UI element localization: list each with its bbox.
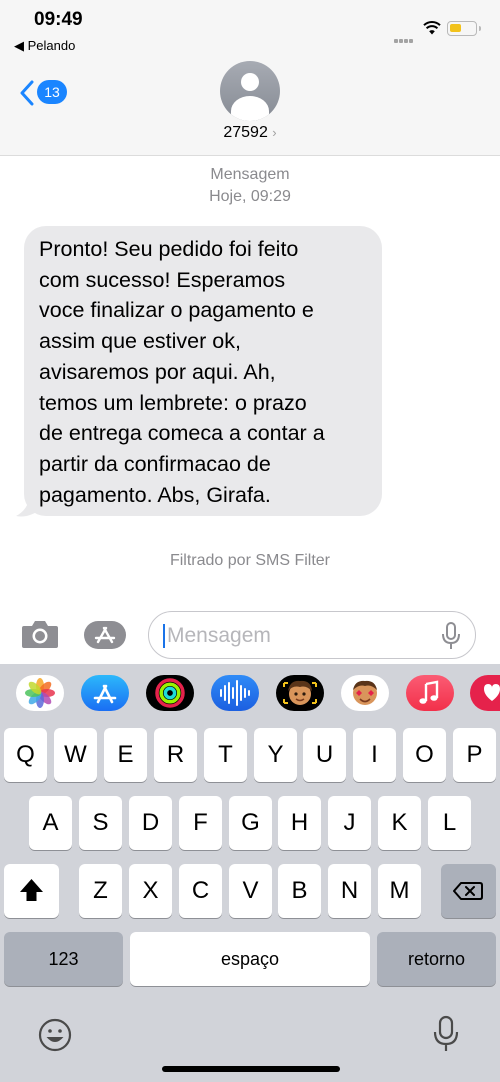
emoji-icon[interactable]	[36, 1016, 74, 1054]
message-line: avisaremos por aqui. Ah,	[39, 359, 276, 384]
chevron-right-icon: ›	[272, 125, 277, 140]
key-d[interactable]: D	[129, 796, 172, 850]
message-input[interactable]: Mensagem	[148, 611, 476, 659]
message-input-placeholder: Mensagem	[167, 624, 271, 647]
delete-key[interactable]	[441, 864, 496, 918]
key-e[interactable]: E	[104, 728, 147, 782]
message-timestamp: Hoje, 09:29	[209, 188, 291, 205]
app-store-icon[interactable]	[84, 621, 126, 649]
unread-count-badge[interactable]: 13	[37, 80, 67, 104]
key-v[interactable]: V	[229, 864, 272, 918]
audio-message-app-icon[interactable]	[211, 675, 259, 711]
key-a[interactable]: A	[29, 796, 72, 850]
dictation-icon[interactable]	[432, 1014, 460, 1054]
space-key[interactable]: espaço	[130, 932, 370, 986]
key-s[interactable]: S	[79, 796, 122, 850]
key-q[interactable]: Q	[4, 728, 47, 782]
message-line: pagamento. Abs, Girafa.	[39, 482, 271, 507]
message-line: temos um lembrete: o prazo	[39, 390, 307, 415]
contact-avatar[interactable]	[220, 61, 280, 121]
digital-touch-app-icon[interactable]	[470, 675, 500, 711]
message-line: assim que estiver ok,	[39, 329, 241, 354]
backspace-icon	[453, 882, 483, 900]
app-drawer	[0, 664, 500, 724]
back-to-app-link[interactable]: ◀ Pelando	[14, 38, 75, 54]
key-t[interactable]: T	[204, 728, 247, 782]
key-k[interactable]: K	[378, 796, 421, 850]
key-p[interactable]: P	[453, 728, 496, 782]
contact-number: 27592	[223, 124, 268, 141]
status-time: 09:49	[34, 9, 83, 30]
key-c[interactable]: C	[179, 864, 222, 918]
message-line: de entrega comeca a contar a	[39, 421, 325, 446]
key-f[interactable]: F	[179, 796, 222, 850]
keyboard: Q W E R T Y U I O P A S D F G H J K L Z …	[0, 664, 500, 1082]
incoming-message-bubble[interactable]: Pronto! Seu pedido foi feito com sucesso…	[24, 226, 382, 516]
back-chevron-icon[interactable]	[18, 80, 36, 106]
key-b[interactable]: B	[278, 864, 321, 918]
key-u[interactable]: U	[303, 728, 346, 782]
key-w[interactable]: W	[54, 728, 97, 782]
key-n[interactable]: N	[328, 864, 371, 918]
message-line: Pronto! Seu pedido foi feito	[39, 237, 299, 261]
wifi-icon	[423, 21, 441, 35]
music-app-icon[interactable]	[406, 675, 454, 711]
numbers-key[interactable]: 123	[4, 932, 123, 986]
key-m[interactable]: M	[378, 864, 421, 918]
cellular-signal-icon	[394, 30, 416, 43]
key-o[interactable]: O	[403, 728, 446, 782]
service-label: Mensagem	[210, 166, 290, 183]
memoji-app-icon[interactable]	[276, 675, 324, 711]
return-key[interactable]: retorno	[377, 932, 496, 986]
battery-icon	[447, 21, 481, 36]
key-g[interactable]: G	[229, 796, 272, 850]
key-x[interactable]: X	[129, 864, 172, 918]
key-r[interactable]: R	[154, 728, 197, 782]
photos-app-icon[interactable]	[16, 675, 64, 711]
message-line: com sucesso! Esperamos	[39, 267, 286, 292]
key-j[interactable]: J	[328, 796, 371, 850]
app-store-app-icon[interactable]	[81, 675, 129, 711]
message-line: voce finalizar o pagamento e	[39, 298, 314, 323]
shift-key[interactable]	[4, 864, 59, 918]
message-line: partir da confirmacao de	[39, 451, 271, 476]
key-y[interactable]: Y	[254, 728, 297, 782]
sms-filter-note: Filtrado por SMS Filter	[169, 552, 331, 569]
key-z[interactable]: Z	[79, 864, 122, 918]
dictation-mic-icon[interactable]	[441, 621, 461, 651]
message-text: Pronto! Seu pedido foi feito com sucesso…	[39, 234, 379, 510]
shift-icon	[20, 879, 43, 901]
camera-icon[interactable]	[20, 617, 60, 651]
key-h[interactable]: H	[278, 796, 321, 850]
home-indicator	[162, 1066, 340, 1072]
key-l[interactable]: L	[428, 796, 471, 850]
memoji-stickers-app-icon[interactable]	[341, 675, 389, 711]
text-caret	[163, 624, 165, 648]
contact-name[interactable]: 27592 ›	[200, 124, 300, 142]
fitness-app-icon[interactable]	[146, 675, 194, 711]
key-i[interactable]: I	[353, 728, 396, 782]
